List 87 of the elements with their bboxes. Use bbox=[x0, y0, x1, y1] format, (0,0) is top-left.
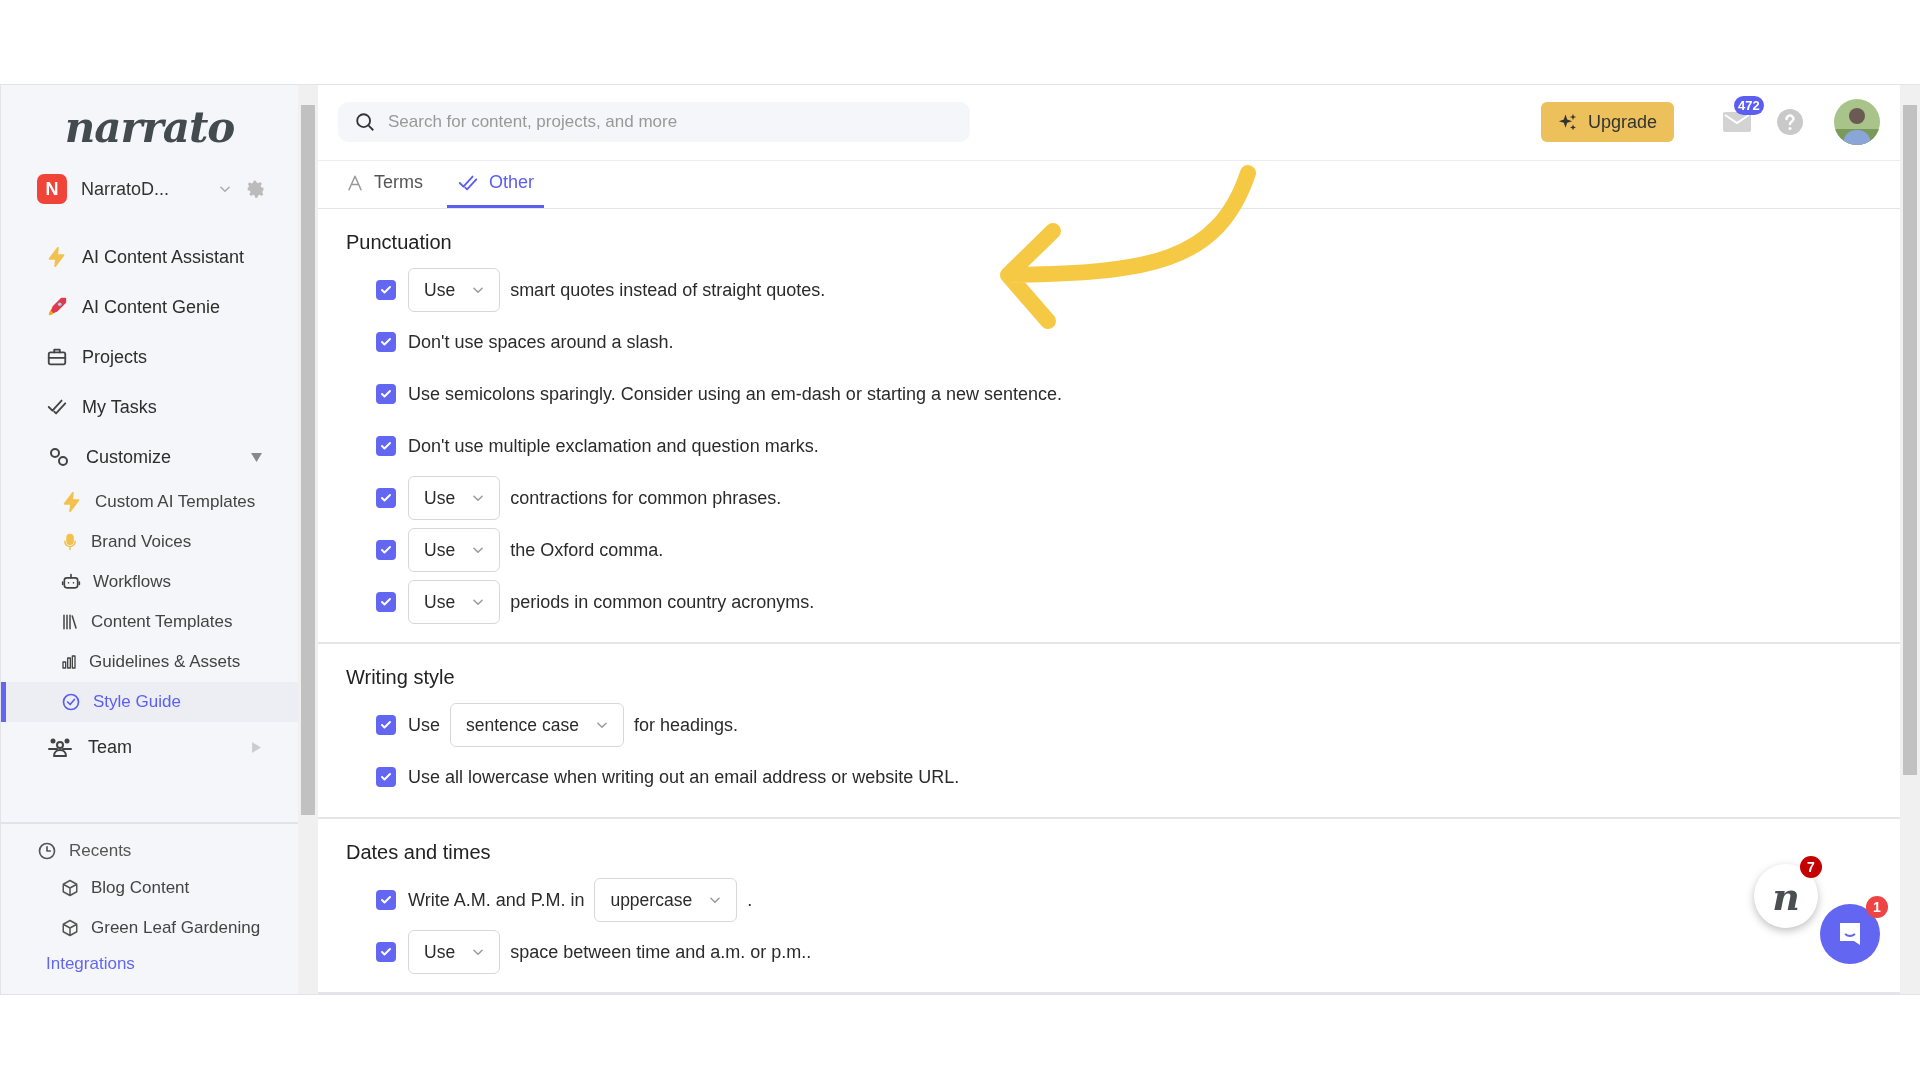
tab[interactable]: Terms bbox=[336, 160, 433, 208]
sidebar-item[interactable]: AI Content Genie bbox=[1, 282, 298, 332]
check-icon bbox=[380, 544, 392, 556]
sidebar-item[interactable]: Content Templates bbox=[1, 602, 298, 642]
recent-item[interactable]: Green Leaf Gardening bbox=[1, 908, 298, 948]
sidebar-item[interactable]: Team bbox=[1, 722, 298, 772]
check-icon bbox=[380, 440, 392, 452]
robot-icon bbox=[61, 572, 81, 592]
rule-text: Don't use spaces around a slash. bbox=[408, 331, 674, 353]
check-icon bbox=[380, 771, 392, 783]
sidebar-item[interactable]: Workflows bbox=[1, 562, 298, 602]
sidebar-link[interactable]: Integrations bbox=[1, 954, 135, 974]
rule-text: space between time and a.m. or p.m.. bbox=[510, 941, 812, 963]
check-icon bbox=[380, 492, 392, 504]
checkbox[interactable] bbox=[376, 384, 396, 404]
checkbox[interactable] bbox=[376, 280, 396, 300]
sidebar-item[interactable]: AI Content Assistant bbox=[1, 232, 298, 282]
rule-text: Use all lowercase when writing out an email address or website URL. bbox=[408, 766, 960, 788]
notification-badge: 1 bbox=[1866, 896, 1888, 918]
bar-chart-icon bbox=[61, 653, 77, 671]
checkbox[interactable] bbox=[376, 488, 396, 508]
recent-item[interactable]: Blog Content bbox=[1, 868, 298, 908]
section-heading: Writing style bbox=[346, 666, 456, 689]
check-icon bbox=[380, 388, 392, 400]
rule-text: . bbox=[747, 889, 753, 911]
checkbox[interactable] bbox=[376, 715, 396, 735]
avatar[interactable] bbox=[1834, 99, 1880, 146]
letter-a-icon bbox=[346, 173, 364, 192]
workspace-avatar: N bbox=[37, 174, 67, 204]
sidebar-item[interactable]: Brand Voices bbox=[1, 522, 298, 562]
rule-text: Write A.M. and P.M. in bbox=[408, 889, 585, 911]
dropdown[interactable]: Use bbox=[408, 476, 501, 520]
sidebar-item[interactable]: Custom AI Templates bbox=[1, 482, 298, 522]
section-heading: Punctuation bbox=[346, 231, 453, 254]
chat-button[interactable] bbox=[1820, 904, 1880, 964]
search-field[interactable]: Search for content, projects, and more bbox=[338, 102, 970, 143]
check-icon bbox=[380, 596, 392, 608]
checkbox[interactable] bbox=[376, 942, 396, 962]
check-icon bbox=[380, 336, 392, 348]
dropdown[interactable]: uppercase bbox=[594, 878, 738, 922]
scrollbar[interactable] bbox=[1900, 85, 1920, 994]
dropdown[interactable]: Use bbox=[408, 528, 501, 572]
upgrade-button[interactable]: Upgrade bbox=[1540, 102, 1674, 143]
rule-text: for headings. bbox=[633, 714, 738, 736]
logo[interactable]: narrato bbox=[1, 103, 298, 152]
rule-text: the Oxford comma. bbox=[510, 539, 664, 561]
cube-icon bbox=[61, 919, 79, 937]
dropdown[interactable]: Use bbox=[408, 268, 501, 312]
scrollbar[interactable] bbox=[298, 85, 318, 994]
dropdown[interactable]: sentence case bbox=[450, 703, 624, 747]
rule-text: smart quotes instead of straight quotes. bbox=[510, 279, 826, 301]
checkbox[interactable] bbox=[376, 592, 396, 612]
check-icon bbox=[380, 946, 392, 958]
checkbox[interactable] bbox=[376, 890, 396, 910]
rule-text: Use semicolons sparingly. Consider using an em-dash or starting a new sentence. bbox=[408, 383, 1062, 405]
check-icon bbox=[380, 719, 392, 731]
workspace-name[interactable]: NarratoD... bbox=[81, 178, 204, 200]
check-icon bbox=[380, 894, 392, 906]
rule-text: contractions for common phrases. bbox=[510, 487, 782, 509]
notification-badge: 7 bbox=[1800, 856, 1822, 878]
dropdown[interactable]: Use bbox=[408, 930, 501, 974]
section-heading: Dates and times bbox=[346, 841, 492, 864]
sidebar-item[interactable]: My Tasks bbox=[1, 382, 298, 432]
books-icon bbox=[61, 612, 79, 632]
sidebar-item[interactable]: Projects bbox=[1, 332, 298, 382]
sidebar-item[interactable]: Customize bbox=[1, 432, 298, 482]
checkbox[interactable] bbox=[376, 436, 396, 456]
sidebar-item[interactable]: Style Guide bbox=[1, 682, 298, 722]
rule-text: Use bbox=[408, 714, 440, 736]
rule-text: Don't use multiple exclamation and question marks. bbox=[408, 435, 819, 457]
check-icon bbox=[380, 284, 392, 296]
notification-badge: 472 bbox=[1734, 96, 1764, 116]
section-label: Recents bbox=[69, 841, 132, 861]
clock-icon bbox=[37, 841, 57, 861]
microphone-icon bbox=[61, 532, 79, 552]
cube-icon bbox=[61, 879, 79, 897]
dropdown[interactable]: Use bbox=[408, 580, 501, 624]
check-badge-icon bbox=[61, 692, 81, 712]
mail-icon[interactable] bbox=[1722, 109, 1752, 134]
rule-text: periods in common country acronyms. bbox=[510, 591, 815, 613]
checkbox[interactable] bbox=[376, 332, 396, 352]
checkbox[interactable] bbox=[376, 767, 396, 787]
tab[interactable]: Other bbox=[447, 160, 545, 208]
sidebar-item[interactable]: Guidelines & Assets bbox=[1, 642, 298, 682]
rocket-icon bbox=[46, 296, 68, 318]
briefcase-icon bbox=[46, 346, 68, 368]
checkbox[interactable] bbox=[376, 540, 396, 560]
